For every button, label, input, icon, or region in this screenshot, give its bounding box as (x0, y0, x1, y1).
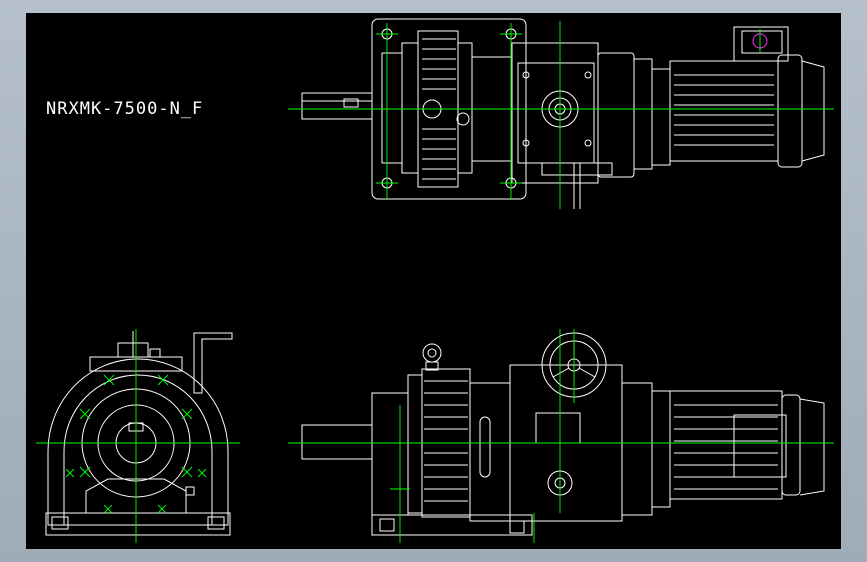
window-frame: NRXMK-7500-N_F (0, 0, 867, 562)
top-view[interactable] (288, 18, 834, 209)
front-view[interactable] (288, 329, 834, 543)
end-view[interactable] (36, 329, 240, 543)
cad-drawing (36, 18, 834, 543)
drawing-canvas[interactable]: NRXMK-7500-N_F (26, 13, 841, 549)
